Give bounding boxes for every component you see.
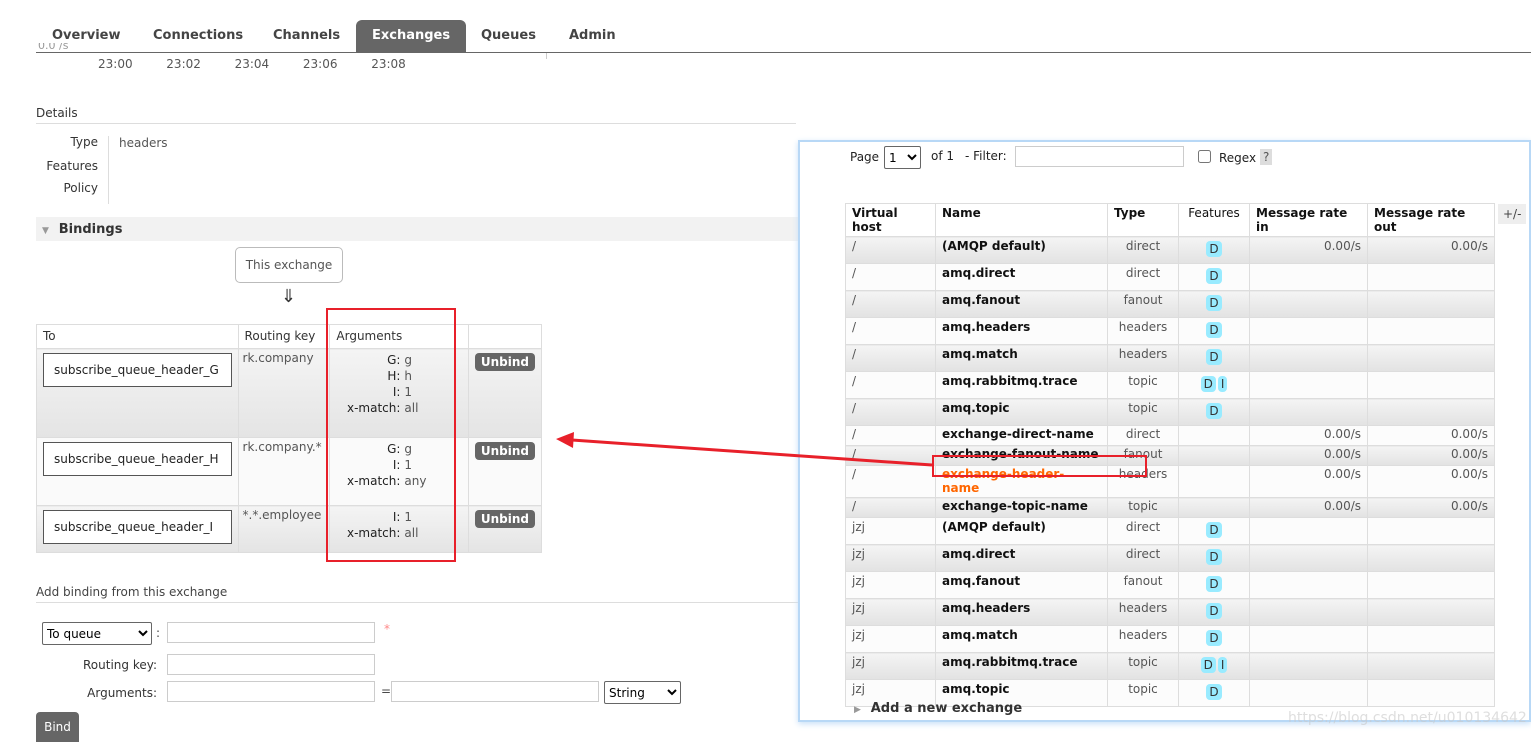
watermark: https://blog.csdn.net/u010134642 <box>1288 710 1527 726</box>
annotation-arrow <box>556 432 933 467</box>
